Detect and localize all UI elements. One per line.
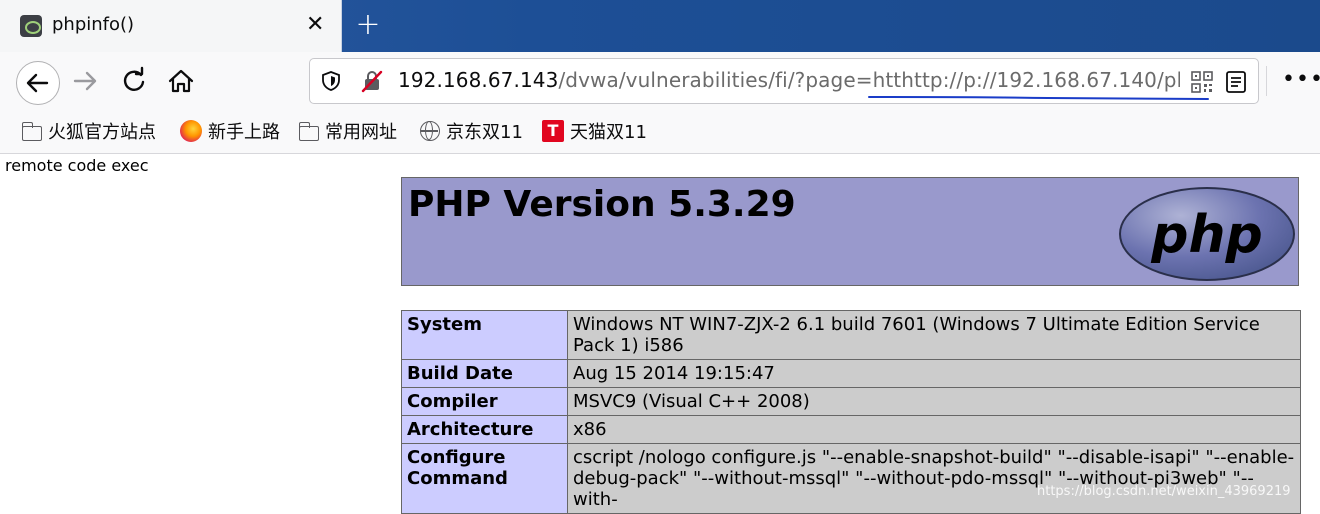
info-value: Aug 15 2014 19:15:47	[567, 359, 1301, 388]
toolbar-separator	[1266, 66, 1267, 96]
bookmarks-toolbar: 火狐官方站点 新手上路 常用网址 京东双11 T 天猫双11	[0, 110, 1320, 154]
home-button[interactable]	[163, 63, 199, 99]
bookmark-item[interactable]: T 天猫双11	[542, 118, 647, 144]
php-version-title: PHP Version 5.3.29	[408, 184, 796, 225]
info-value: cscript /nologo configure.js "--enable-s…	[567, 443, 1301, 514]
tab-close-icon[interactable]: ✕	[306, 12, 324, 38]
handwritten-underline-annotation	[868, 96, 1209, 100]
url-text[interactable]: 192.168.67.143/dvwa/vulnerabilities/fi/?…	[398, 68, 1202, 92]
bookmark-label: 新手上路	[208, 122, 280, 143]
insecure-lock-icon[interactable]	[360, 69, 384, 93]
php-logo-text: php	[1150, 205, 1262, 265]
forward-button[interactable]	[67, 63, 103, 99]
globe-icon	[420, 121, 440, 141]
url-path: /dvwa/vulnerabilities/fi/?page=htthttp:/…	[558, 68, 1203, 92]
page-actions-menu-button[interactable]: •••	[1282, 69, 1320, 91]
bookmark-label: 京东双11	[446, 122, 523, 143]
qr-code-icon[interactable]	[1191, 71, 1213, 93]
tab-phpinfo[interactable]: phpinfo() ✕	[0, 0, 342, 52]
table-row: Architecture x86	[401, 415, 1301, 444]
bookmark-item[interactable]: 火狐官方站点	[21, 118, 156, 144]
remote-code-exec-text: remote code exec	[5, 156, 149, 175]
navigation-bar: 192.168.67.143/dvwa/vulnerabilities/fi/?…	[0, 52, 1320, 110]
tracking-protection-shield-icon[interactable]	[320, 70, 342, 92]
info-value: Windows NT WIN7-ZJX-2 6.1 build 7601 (Wi…	[567, 310, 1301, 360]
info-value: x86	[567, 415, 1301, 444]
info-key: System	[401, 310, 568, 360]
bookmark-label: 火狐官方站点	[48, 122, 156, 143]
url-action-area	[1180, 69, 1258, 95]
url-host: 192.168.67.143	[398, 68, 559, 92]
tab-favicon-icon	[20, 15, 42, 37]
php-version-header: PHP Version 5.3.29 php	[401, 177, 1299, 286]
back-button[interactable]	[16, 61, 60, 105]
folder-icon	[298, 121, 319, 141]
url-bar[interactable]: 192.168.67.143/dvwa/vulnerabilities/fi/?…	[309, 58, 1259, 104]
tmall-icon: T	[542, 120, 564, 142]
reader-view-icon[interactable]	[1225, 70, 1247, 94]
page-content: remote code exec PHP Version 5.3.29 php …	[0, 154, 1320, 514]
bookmark-item[interactable]: 新手上路	[180, 118, 280, 144]
watermark-text: https://blog.csdn.net/weixin_43969219	[1037, 484, 1291, 499]
table-row: System Windows NT WIN7-ZJX-2 6.1 build 7…	[401, 310, 1301, 360]
bookmark-item[interactable]: 京东双11	[420, 118, 523, 144]
table-row: Configure Command cscript /nologo config…	[401, 443, 1301, 514]
firefox-icon	[180, 120, 202, 142]
tab-strip: phpinfo() ✕ +	[0, 0, 1320, 52]
info-key: Build Date	[401, 359, 568, 388]
table-row: Compiler MSVC9 (Visual C++ 2008)	[401, 387, 1301, 416]
home-icon	[168, 69, 194, 93]
bookmark-item[interactable]: 常用网址	[298, 118, 397, 144]
arrow-right-icon	[73, 71, 97, 91]
new-tab-button[interactable]: +	[355, 10, 381, 40]
info-value: MSVC9 (Visual C++ 2008)	[567, 387, 1301, 416]
bookmark-label: 天猫双11	[570, 122, 647, 143]
info-key: Configure Command	[401, 443, 568, 514]
info-key: Compiler	[401, 387, 568, 416]
bookmark-label: 常用网址	[325, 122, 397, 143]
info-key: Architecture	[401, 415, 568, 444]
table-row: Build Date Aug 15 2014 19:15:47	[401, 359, 1301, 388]
arrow-left-icon	[26, 73, 49, 93]
folder-icon	[21, 121, 42, 141]
tab-title: phpinfo()	[52, 14, 135, 35]
php-logo-icon[interactable]: php	[1118, 186, 1296, 282]
reload-button[interactable]	[116, 63, 152, 99]
reload-icon	[123, 66, 145, 91]
